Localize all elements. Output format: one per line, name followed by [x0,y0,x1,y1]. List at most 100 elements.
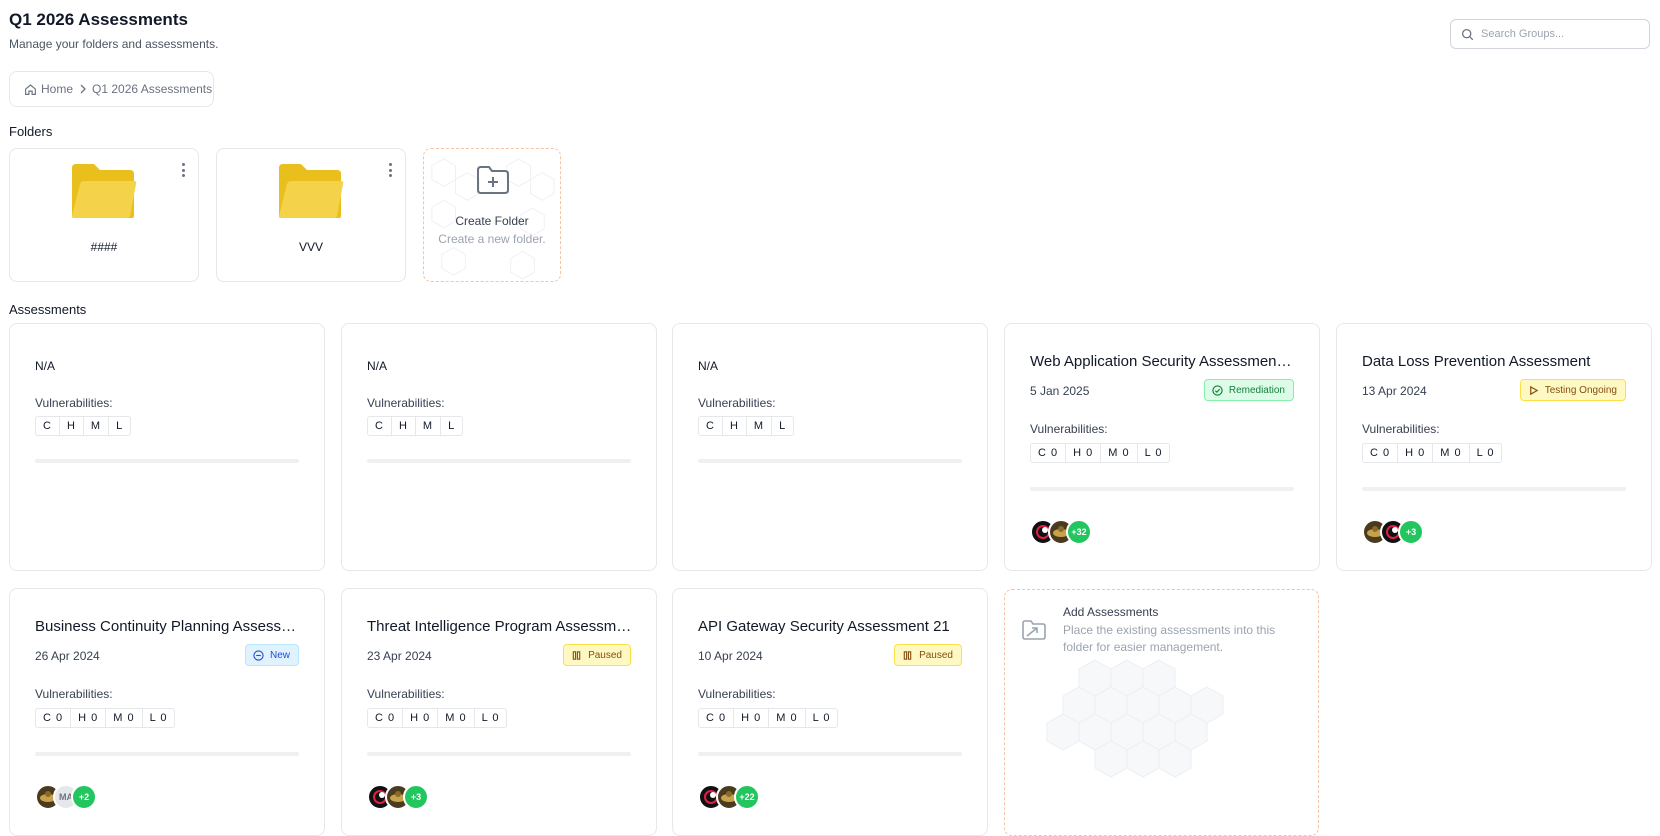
status-badge: Paused [563,644,631,666]
folder-plus-icon [477,166,509,194]
page-title: Q1 2026 Assessments [9,10,188,29]
home-icon [25,83,36,95]
vuln-high: H 0 [403,709,439,727]
vulnerabilities-label: Vulnerabilities: [35,396,113,410]
add-assessments-card[interactable]: Add Assessments Place the existing asses… [1004,589,1319,836]
more-members-badge[interactable]: +3 [403,784,429,810]
vulnerabilities-label: Vulnerabilities: [698,396,776,410]
assessment-card[interactable]: N/A Vulnerabilities: C H M L [341,323,657,571]
assessments-heading: Assessments [9,302,87,317]
assessment-card[interactable]: N/A Vulnerabilities: C H M L [9,323,325,571]
play-icon [1529,385,1539,395]
assessment-title: N/A [35,359,56,373]
vulnerability-counts: C 0 H 0 M 0 L 0 [367,708,508,728]
search-input[interactable] [1481,28,1641,40]
search-icon [1461,28,1474,40]
vuln-high: H [60,417,84,435]
vuln-medium: M 0 [769,709,806,727]
folder-name: #### [90,240,118,254]
hexagon-pattern-icon [1046,659,1224,778]
vuln-high: H [723,417,747,435]
vulnerability-counts: C H M L [367,416,464,436]
status-label: Testing Ongoing [1544,384,1617,396]
team-avatars[interactable]: +32 [1030,519,1092,545]
vulnerability-counts: C H M L [698,416,795,436]
team-avatars[interactable]: +3 [367,784,429,810]
vuln-medium: M 0 [1433,444,1470,462]
vuln-medium: M [416,417,442,435]
vuln-low: L 0 [1144,447,1163,459]
vulnerability-counts: C H M L [35,416,132,436]
kebab-menu-icon[interactable] [387,163,393,177]
progress-bar [367,459,631,463]
vulnerabilities-label: Vulnerabilities: [698,687,776,701]
folder-icon [279,164,344,218]
progress-bar [698,752,962,756]
progress-bar [367,752,631,756]
search-box[interactable] [1450,19,1650,49]
vuln-medium: M 0 [1101,444,1138,462]
pause-icon [572,650,581,660]
assessment-card[interactable]: Business Continuity Planning Assessm... … [9,588,325,836]
folder-card[interactable]: #### [9,148,199,282]
team-avatars[interactable]: +22 [698,784,760,810]
vuln-medium: M [84,417,110,435]
vuln-critical: C 0 [36,709,72,727]
vuln-high: H 0 [1398,444,1434,462]
vuln-low: L 0 [149,712,168,724]
status-label: Remediation [1228,384,1285,396]
page-subtitle: Manage your folders and assessments. [9,37,219,51]
create-folder-title: Create Folder [455,214,529,228]
assessment-title: N/A [367,359,388,373]
status-label: Paused [588,649,622,661]
vuln-low: L [116,420,124,432]
folders-heading: Folders [9,124,53,139]
breadcrumb-current[interactable]: Q1 2026 Assessments [92,82,212,96]
assessment-date: 23 Apr 2024 [367,649,432,663]
assessment-card[interactable]: Threat Intelligence Program Assessme... … [341,588,657,836]
assessment-card[interactable]: API Gateway Security Assessment 21 10 Ap… [672,588,988,836]
status-badge: New [244,644,299,666]
chevron-right-icon [79,84,87,94]
assessment-card[interactable]: N/A Vulnerabilities: C H M L [672,323,988,571]
pause-icon [903,650,912,660]
status-badge: Paused [894,644,962,666]
vulnerability-counts: C 0 H 0 M 0 L 0 [1362,443,1503,463]
progress-bar [35,459,299,463]
create-folder-card[interactable]: Create Folder Create a new folder. [423,148,561,282]
assessment-card[interactable]: Web Application Security Assessment ... … [1004,323,1320,571]
folder-name: VVV [298,240,323,254]
assessment-date: 26 Apr 2024 [35,649,100,663]
more-members-badge[interactable]: +3 [1398,519,1424,545]
progress-bar [698,459,962,463]
vuln-critical: C 0 [1363,444,1399,462]
folder-move-icon [1022,620,1046,640]
vulnerabilities-label: Vulnerabilities: [367,687,445,701]
vuln-critical: C 0 [368,709,404,727]
vulnerabilities-label: Vulnerabilities: [1362,422,1440,436]
progress-bar [1362,487,1626,491]
folder-card[interactable]: VVV [216,148,406,282]
more-members-badge[interactable]: +22 [734,784,760,810]
breadcrumb-home[interactable]: Home [41,82,73,96]
vuln-critical: C 0 [699,709,735,727]
assessment-date: 5 Jan 2025 [1030,384,1090,398]
vuln-low: L [448,420,456,432]
more-members-badge[interactable]: +2 [71,784,97,810]
add-assessments-title: Add Assessments [1063,605,1159,619]
dots-circle-icon [253,649,264,661]
status-badge: Remediation [1203,379,1294,401]
progress-bar [35,752,299,756]
vulnerability-counts: C 0 H 0 M 0 L 0 [35,708,176,728]
vulnerability-counts: C 0 H 0 M 0 L 0 [698,708,839,728]
team-avatars[interactable]: MA +2 [35,784,97,810]
vuln-critical: C [368,417,392,435]
team-avatars[interactable]: +3 [1362,519,1424,545]
assessment-title: API Gateway Security Assessment 21 [698,618,950,635]
vulnerability-counts: C 0 H 0 M 0 L 0 [1030,443,1171,463]
assessment-card[interactable]: Data Loss Prevention Assessment 13 Apr 2… [1336,323,1652,571]
more-members-badge[interactable]: +32 [1066,519,1092,545]
kebab-menu-icon[interactable] [180,163,186,177]
status-label: New [269,649,290,661]
assessment-title: Web Application Security Assessment ... [1030,353,1295,370]
